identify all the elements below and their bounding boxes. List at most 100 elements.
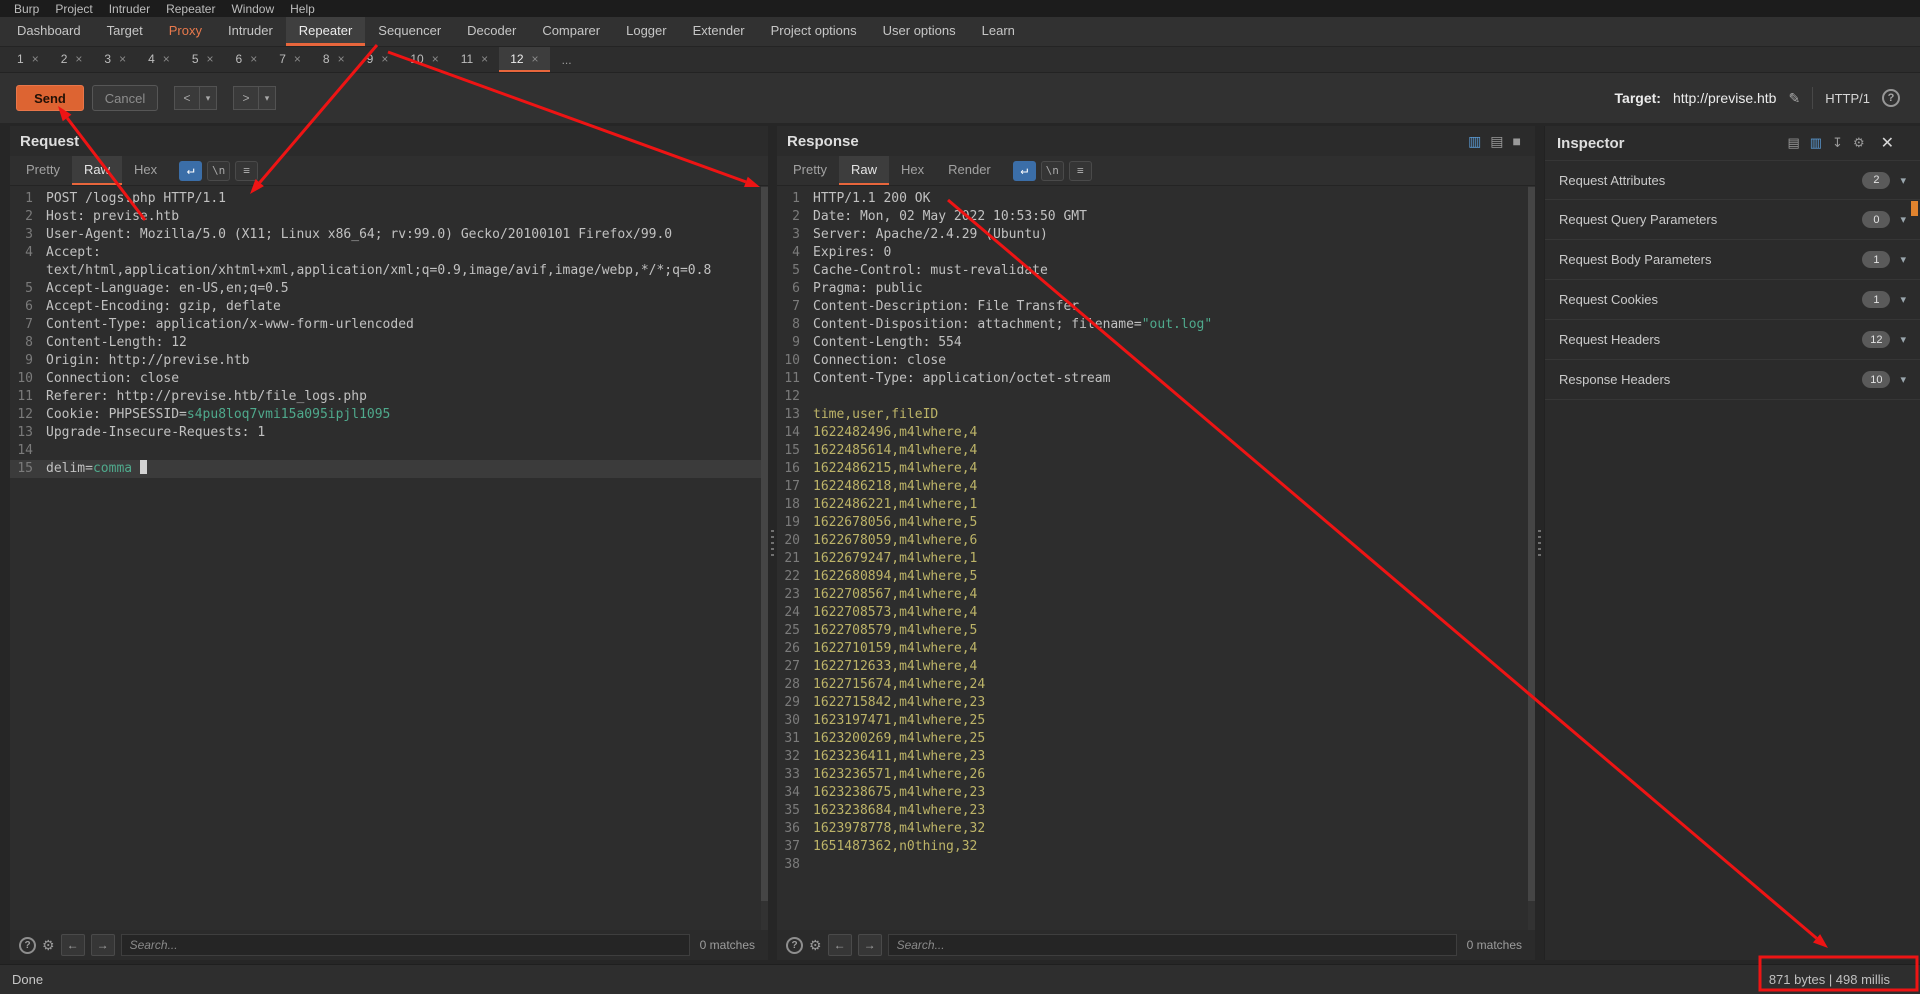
repeater-tab-8[interactable]: 8×: [312, 47, 356, 72]
inspector-section-response-headers[interactable]: Response Headers10▾: [1545, 360, 1920, 400]
response-scrollbar-thumb[interactable]: [1528, 187, 1535, 901]
close-tab-icon[interactable]: ×: [75, 52, 82, 66]
back-button[interactable]: <: [174, 86, 200, 110]
repeater-tab-7[interactable]: 7×: [268, 47, 312, 72]
repeater-tab-11[interactable]: 11×: [450, 47, 499, 72]
inspector-section-request-body-parameters[interactable]: Request Body Parameters1▾: [1545, 240, 1920, 280]
repeater-tab-4[interactable]: 4×: [137, 47, 181, 72]
close-tab-icon[interactable]: ×: [532, 52, 539, 66]
inspector-section-request-query-parameters[interactable]: Request Query Parameters0▾: [1545, 200, 1920, 240]
close-tab-icon[interactable]: ×: [163, 52, 170, 66]
view-tab-raw[interactable]: Raw: [72, 156, 122, 185]
menu-window[interactable]: Window: [223, 2, 282, 16]
menu-help[interactable]: Help: [282, 2, 323, 16]
tab-intruder[interactable]: Intruder: [215, 17, 286, 46]
search-help-icon[interactable]: ?: [786, 937, 803, 954]
edit-target-icon[interactable]: ✎: [1788, 90, 1800, 107]
search-help-icon[interactable]: ?: [19, 937, 36, 954]
inspector-layout-rows-icon[interactable]: ▤: [1787, 135, 1799, 151]
tab-learn[interactable]: Learn: [969, 17, 1028, 46]
view-tab-render[interactable]: Render: [936, 156, 1003, 185]
soft-wrap-toggle[interactable]: ↵: [1013, 161, 1036, 181]
close-tab-icon[interactable]: ×: [481, 52, 488, 66]
help-icon[interactable]: ?: [1882, 89, 1900, 107]
close-tab-icon[interactable]: ×: [207, 52, 214, 66]
soft-wrap-toggle[interactable]: ↵: [179, 161, 202, 181]
view-tab-hex[interactable]: Hex: [889, 156, 936, 185]
tab-dashboard[interactable]: Dashboard: [4, 17, 94, 46]
cancel-button[interactable]: Cancel: [92, 85, 158, 111]
search-settings-icon[interactable]: ⚙: [809, 937, 822, 954]
layout-columns-icon[interactable]: ▥: [1468, 133, 1481, 150]
repeater-tab-2[interactable]: 2×: [50, 47, 94, 72]
request-scrollbar[interactable]: [761, 186, 768, 930]
request-scrollbar-thumb[interactable]: [761, 187, 768, 901]
send-button[interactable]: Send: [16, 85, 84, 111]
inspector-collapse-icon[interactable]: ↧: [1832, 135, 1843, 151]
response-search-input[interactable]: [888, 934, 1457, 956]
tab-project-options[interactable]: Project options: [758, 17, 870, 46]
menu-intruder[interactable]: Intruder: [101, 2, 158, 16]
repeater-tab-6[interactable]: 6×: [225, 47, 269, 72]
search-next-button[interactable]: →: [858, 934, 882, 956]
editor-menu-button[interactable]: ≡: [1069, 161, 1092, 181]
tab-repeater[interactable]: Repeater: [286, 17, 365, 46]
splitter-handle-icon[interactable]: [1538, 530, 1541, 556]
tab-logger[interactable]: Logger: [613, 17, 679, 46]
repeater-tab-5[interactable]: 5×: [181, 47, 225, 72]
view-tab-pretty[interactable]: Pretty: [14, 156, 72, 185]
request-response-splitter[interactable]: [768, 126, 777, 960]
editor-line: 331623236571,m4lwhere,26: [777, 766, 1535, 784]
request-editor[interactable]: 1POST /logs.php HTTP/1.12Host: previse.h…: [10, 186, 768, 930]
tab-proxy[interactable]: Proxy: [156, 17, 215, 46]
response-inspector-splitter[interactable]: [1535, 126, 1544, 960]
inspector-settings-icon[interactable]: ⚙: [1853, 135, 1865, 151]
show-newlines-toggle[interactable]: \n: [207, 161, 230, 181]
layout-rows-icon[interactable]: ▤: [1490, 133, 1503, 150]
tab-extender[interactable]: Extender: [680, 17, 758, 46]
forward-button[interactable]: >: [233, 86, 259, 110]
repeater-tab-overflow[interactable]: ...: [550, 47, 584, 72]
repeater-tab-9[interactable]: 9×: [356, 47, 400, 72]
tab-decoder[interactable]: Decoder: [454, 17, 529, 46]
forward-dropdown-icon[interactable]: ▾: [258, 86, 276, 110]
request-search-input[interactable]: [121, 934, 690, 956]
inspector-close-icon[interactable]: ✕: [1881, 133, 1894, 153]
view-tab-hex[interactable]: Hex: [122, 156, 169, 185]
search-prev-button[interactable]: ←: [828, 934, 852, 956]
menu-project[interactable]: Project: [47, 2, 100, 16]
search-settings-icon[interactable]: ⚙: [42, 937, 55, 954]
menu-burp[interactable]: Burp: [6, 2, 47, 16]
menu-repeater[interactable]: Repeater: [158, 2, 223, 16]
close-tab-icon[interactable]: ×: [381, 52, 388, 66]
splitter-handle-icon[interactable]: [771, 530, 774, 556]
close-tab-icon[interactable]: ×: [432, 52, 439, 66]
tab-target[interactable]: Target: [94, 17, 156, 46]
show-newlines-toggle[interactable]: \n: [1041, 161, 1064, 181]
tab-comparer[interactable]: Comparer: [529, 17, 613, 46]
close-tab-icon[interactable]: ×: [119, 52, 126, 66]
repeater-tab-10[interactable]: 10×: [399, 47, 449, 72]
view-tab-pretty[interactable]: Pretty: [781, 156, 839, 185]
tab-user-options[interactable]: User options: [870, 17, 969, 46]
inspector-layout-columns-icon[interactable]: ▥: [1810, 135, 1822, 151]
editor-menu-button[interactable]: ≡: [235, 161, 258, 181]
inspector-section-request-headers[interactable]: Request Headers12▾: [1545, 320, 1920, 360]
repeater-tab-1[interactable]: 1×: [6, 47, 50, 72]
response-scrollbar[interactable]: [1528, 186, 1535, 930]
repeater-tab-3[interactable]: 3×: [93, 47, 137, 72]
layout-single-icon[interactable]: ■: [1513, 133, 1521, 149]
tab-sequencer[interactable]: Sequencer: [365, 17, 454, 46]
back-dropdown-icon[interactable]: ▾: [199, 86, 217, 110]
inspector-section-request-attributes[interactable]: Request Attributes2▾: [1545, 160, 1920, 200]
search-prev-button[interactable]: ←: [61, 934, 85, 956]
close-tab-icon[interactable]: ×: [338, 52, 345, 66]
view-tab-raw[interactable]: Raw: [839, 156, 889, 185]
repeater-tab-12[interactable]: 12×: [499, 47, 549, 72]
close-tab-icon[interactable]: ×: [32, 52, 39, 66]
close-tab-icon[interactable]: ×: [250, 52, 257, 66]
close-tab-icon[interactable]: ×: [294, 52, 301, 66]
response-editor[interactable]: 1HTTP/1.1 200 OK2Date: Mon, 02 May 2022 …: [777, 186, 1535, 930]
inspector-section-request-cookies[interactable]: Request Cookies1▾: [1545, 280, 1920, 320]
search-next-button[interactable]: →: [91, 934, 115, 956]
